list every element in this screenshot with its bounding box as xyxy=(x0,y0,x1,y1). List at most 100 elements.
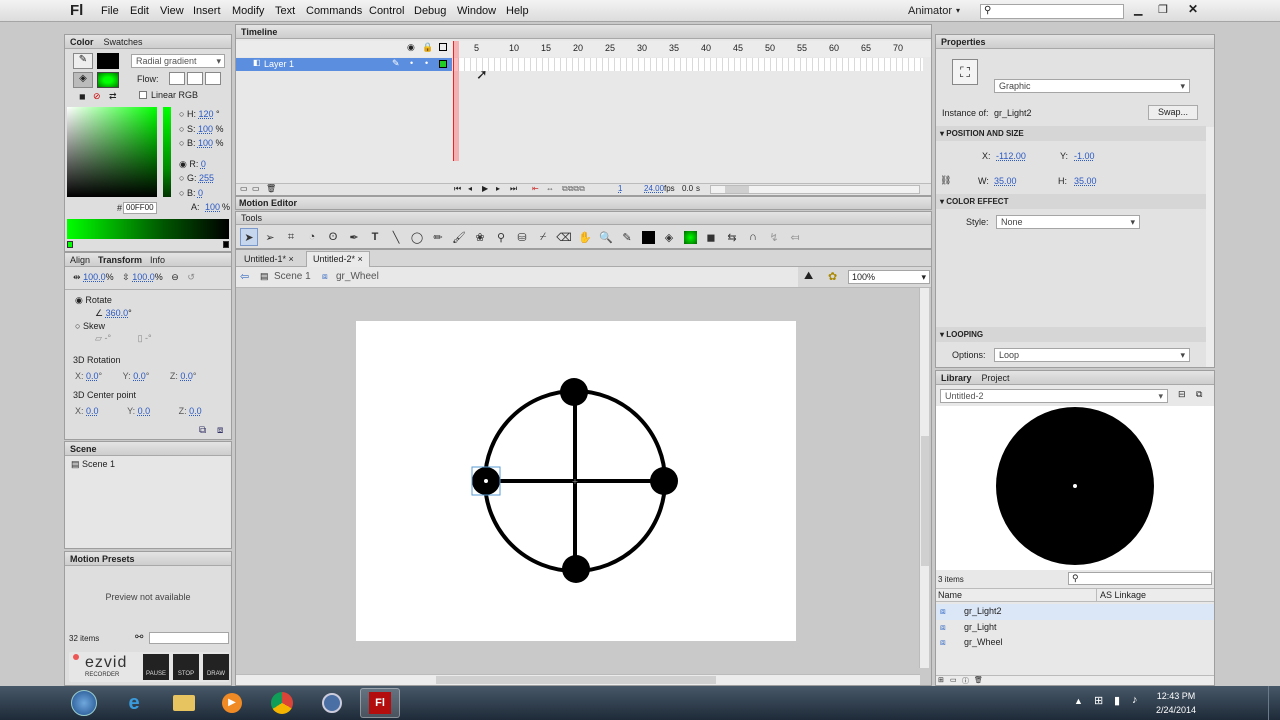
eyedropper-tool-icon[interactable]: ⌿ xyxy=(534,228,552,246)
maximize-icon[interactable]: ❐ xyxy=(1158,3,1168,16)
library-item[interactable]: ⧈ gr_Light xyxy=(936,620,1214,636)
symbol-type-select[interactable]: Graphic ▾ xyxy=(994,79,1190,93)
library-search-input[interactable]: ⚲ xyxy=(1068,572,1212,585)
fill-bucket-icon[interactable]: ◈ xyxy=(660,228,678,246)
scale-width-value[interactable]: 100.0 xyxy=(83,272,106,282)
scene-list-item[interactable]: ▤ Scene 1 xyxy=(71,459,115,470)
rotate-option[interactable]: ◉ Rotate xyxy=(75,295,112,306)
menu-commands[interactable]: Commands xyxy=(306,5,362,17)
visibility-dot-icon[interactable]: • xyxy=(410,58,413,68)
bone-tool-icon[interactable]: ⚲ xyxy=(492,228,510,246)
menu-help[interactable]: Help xyxy=(506,5,529,17)
zoom-select[interactable]: 100% ▾ xyxy=(848,270,930,284)
layer-row-layer-1[interactable]: ◧ Layer 1 ✎ • • xyxy=(236,58,452,71)
g-value[interactable]: 255 xyxy=(199,173,214,183)
edit-scene-icon[interactable]: ⛰ xyxy=(804,270,813,283)
flow-repeat-button[interactable] xyxy=(205,72,221,85)
menu-debug[interactable]: Debug xyxy=(414,5,446,17)
tray-expand-icon[interactable]: ▲ xyxy=(1074,696,1083,706)
light-bottom[interactable] xyxy=(562,555,590,583)
subselection-tool-icon[interactable]: ➢ xyxy=(261,228,279,246)
brush-tool-icon[interactable]: 🖌 xyxy=(450,228,468,246)
library-document-select[interactable]: Untitled-2 ▾ xyxy=(940,389,1168,403)
close-icon[interactable]: ✕ xyxy=(1188,2,1198,16)
smooth-icon[interactable]: ↯ xyxy=(765,228,783,246)
wheel-graphic[interactable]: + xyxy=(356,321,796,641)
tab-align[interactable]: Align xyxy=(70,253,90,266)
b-value[interactable]: 100 xyxy=(198,138,213,148)
menu-window[interactable]: Window xyxy=(457,5,496,17)
scale-height-value[interactable]: 100.0 xyxy=(132,272,155,282)
properties-icon[interactable]: ⓘ xyxy=(962,676,969,686)
first-frame-icon[interactable]: ⏮ xyxy=(454,184,461,194)
clock-time[interactable]: 12:43 PM xyxy=(1156,691,1196,701)
horizontal-scrollbar[interactable] xyxy=(236,674,920,685)
library-item[interactable]: ⧈ gr_Light2 xyxy=(936,604,1214,620)
x-value[interactable]: -112.00 xyxy=(996,151,1026,161)
rot-y-value[interactable]: 0.0 xyxy=(133,371,146,381)
last-frame-icon[interactable]: ⏭ xyxy=(510,184,517,194)
oval-tool-icon[interactable]: ◯ xyxy=(408,228,426,246)
help-search-input[interactable]: ⚲ xyxy=(980,4,1124,19)
layer-outline-color[interactable] xyxy=(439,60,447,68)
explorer-taskbar-icon[interactable] xyxy=(164,688,204,718)
looping-section[interactable]: ▾ LOOPING xyxy=(936,327,1206,342)
center-x-value[interactable]: 0.0 xyxy=(86,406,99,416)
text-tool-icon[interactable]: T xyxy=(366,228,384,246)
delete-layer-icon[interactable]: 🗑 xyxy=(266,184,276,193)
library-item[interactable]: ⧈ gr_Wheel xyxy=(936,635,1214,651)
s-value[interactable]: 100 xyxy=(198,124,213,134)
radio-b[interactable]: ○ xyxy=(179,138,184,148)
center-frame-icon[interactable]: ⇔ xyxy=(546,184,554,193)
current-frame[interactable]: 1 xyxy=(618,184,622,193)
constrain-icon[interactable]: ⊖ xyxy=(171,272,179,282)
menu-text[interactable]: Text xyxy=(275,5,295,17)
reset-icon[interactable]: ↺ xyxy=(187,272,195,282)
line-tool-icon[interactable]: ╲ xyxy=(387,228,405,246)
draw-button[interactable]: DRAW xyxy=(203,654,229,680)
menu-modify[interactable]: Modify xyxy=(232,5,264,17)
breadcrumb-scene[interactable]: Scene 1 xyxy=(274,271,311,282)
blue-value[interactable]: 0 xyxy=(198,188,203,198)
gradient-stop-left[interactable] xyxy=(67,241,73,248)
pencil-tool-icon[interactable]: ✏ xyxy=(429,228,447,246)
hand-tool-icon[interactable]: ✋ xyxy=(576,228,594,246)
close-tab-icon[interactable]: × xyxy=(289,254,294,264)
h-value[interactable]: 35.00 xyxy=(1074,176,1097,186)
preset-search-input[interactable] xyxy=(149,632,229,644)
rotate-value[interactable]: 360.0 xyxy=(106,308,129,318)
tab-library[interactable]: Library xyxy=(941,371,972,384)
tab-color[interactable]: Color xyxy=(70,35,94,48)
swap-button[interactable]: Swap... xyxy=(1148,105,1198,120)
hex-input[interactable]: 00FF00 xyxy=(123,202,157,214)
menu-file[interactable]: File xyxy=(101,5,119,17)
pause-button[interactable]: PAUSE xyxy=(143,654,169,680)
show-desktop-button[interactable] xyxy=(1268,686,1280,720)
ie-taskbar-icon[interactable]: e xyxy=(114,688,154,718)
playhead[interactable] xyxy=(453,41,459,161)
new-folder-icon[interactable]: ▭ xyxy=(252,184,260,193)
fill-swatch[interactable] xyxy=(681,228,699,246)
next-frame-icon[interactable]: ▸ xyxy=(496,184,500,193)
properties-scrollbar[interactable] xyxy=(1206,127,1214,367)
center-z-value[interactable]: 0.0 xyxy=(189,406,202,416)
flash-taskbar-icon[interactable]: Fl xyxy=(360,688,400,718)
prev-frame-icon[interactable]: ◂ xyxy=(468,184,472,193)
menu-insert[interactable]: Insert xyxy=(193,5,221,17)
no-color-icon[interactable]: ⊘ xyxy=(93,91,101,102)
new-folder-icon[interactable]: ▭ xyxy=(950,676,957,684)
tab-swatches[interactable]: Swatches xyxy=(104,35,143,48)
linear-rgb-checkbox[interactable] xyxy=(139,91,147,99)
delete-icon[interactable]: 🗑 xyxy=(974,676,983,684)
swap-colors-icon[interactable]: ⇄ xyxy=(109,91,117,102)
chevron-down-icon[interactable]: ▾ xyxy=(956,6,960,15)
paint-bucket-tool-icon[interactable]: ⛁ xyxy=(513,228,531,246)
tab-project[interactable]: Project xyxy=(982,371,1010,384)
position-size-section[interactable]: ▾ POSITION AND SIZE xyxy=(936,126,1206,141)
free-transform-tool-icon[interactable]: ⌗ xyxy=(282,228,300,246)
y-value[interactable]: -1.00 xyxy=(1074,151,1095,161)
r-value[interactable]: 0 xyxy=(201,159,206,169)
breadcrumb-symbol[interactable]: gr_Wheel xyxy=(336,271,379,282)
flow-extend-button[interactable] xyxy=(169,72,185,85)
h-value[interactable]: 120 xyxy=(198,109,213,119)
